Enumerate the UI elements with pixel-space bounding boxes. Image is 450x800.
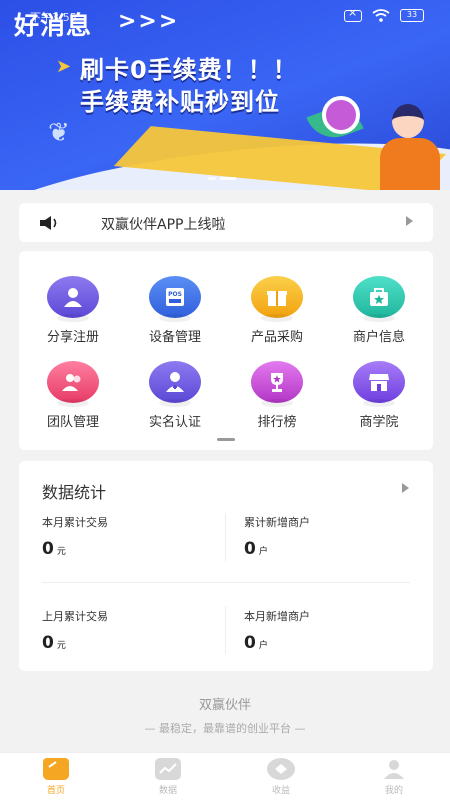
bottom-tab-bar: 首页 数据 收益 我的 <box>0 752 450 800</box>
store-icon <box>353 361 405 407</box>
chart-icon <box>155 758 181 780</box>
stat-last-month-transactions: 上月累计交易 0元 <box>42 608 108 653</box>
wifi-icon <box>372 9 390 22</box>
speaker-icon <box>40 216 57 230</box>
stat-label: 上月累计交易 <box>42 610 108 623</box>
stat-value: 0户 <box>244 539 268 559</box>
gift-icon <box>251 276 303 322</box>
menu-label: 商户信息 <box>352 330 405 345</box>
menu-item-real-name-verify[interactable]: 实名认证 <box>125 361 225 430</box>
menu-label: 团队管理 <box>46 415 99 430</box>
menu-label: 实名认证 <box>148 415 201 430</box>
menu-label: 产品采购 <box>250 330 303 345</box>
share-register-icon <box>47 276 99 322</box>
banner-line-2: 手续费补贴秒到位 <box>80 88 280 116</box>
menu-item-share-register[interactable]: 分享注册 <box>23 276 123 345</box>
earnings-icon <box>267 758 295 780</box>
pos-device-icon: POS <box>149 276 201 322</box>
menu-label: 分享注册 <box>46 330 99 345</box>
menu-item-team-management[interactable]: 团队管理 <box>23 361 123 430</box>
brand-name: 双赢伙伴 <box>198 698 251 713</box>
menu-item-business-school[interactable]: 商学院 <box>329 361 429 430</box>
banner-pager <box>208 177 236 180</box>
announcement-bar[interactable]: 双赢伙伴APP上线啦 <box>19 203 433 242</box>
divider <box>225 513 226 561</box>
tab-label: 我的 <box>384 786 403 796</box>
statistics-title: 数据统计 <box>42 483 107 502</box>
stat-value: 0元 <box>42 633 66 653</box>
menu-label: 商学院 <box>359 415 399 430</box>
tab-label: 收益 <box>271 786 290 796</box>
menu-item-merchant-info[interactable]: 商户信息 <box>329 276 429 345</box>
tab-earnings[interactable]: 收益 <box>225 758 337 796</box>
tab-home[interactable]: 首页 <box>0 758 112 796</box>
trophy-icon <box>251 361 303 407</box>
promo-banner[interactable]: 下午3:55 好消息 >>> 33 ➤ 刷卡0手续费！！！ 手续费补贴秒到位 ❦ <box>0 0 450 190</box>
menu-item-product-purchase[interactable]: 产品采购 <box>227 276 327 345</box>
megaphone-icon <box>322 96 360 134</box>
banner-person-illustration <box>380 98 440 190</box>
stat-label: 累计新增商户 <box>244 516 310 529</box>
tab-profile[interactable]: 我的 <box>338 758 450 796</box>
paper-plane-icon: ➤ <box>56 56 72 77</box>
function-menu: 分享注册 POS 设备管理 产品采购 商户信息 团队管理 实名认证 排行榜 商学… <box>19 251 433 450</box>
divider <box>225 606 226 654</box>
tab-label: 数据 <box>158 786 177 796</box>
stat-label: 本月累计交易 <box>42 516 108 529</box>
home-icon <box>43 758 69 780</box>
verify-user-icon <box>149 361 201 407</box>
banner-line-1: 刷卡0手续费！！！ <box>80 56 298 84</box>
tab-label: 首页 <box>46 786 65 796</box>
brand-footer: 双赢伙伴 — 最稳定，最靠谱的创业平台 — <box>0 694 450 736</box>
svg-text:POS: POS <box>168 291 182 298</box>
menu-pager <box>217 438 235 441</box>
merchant-info-icon <box>353 276 405 322</box>
chevron-right-icon <box>406 216 413 226</box>
banner-arrows: >>> <box>118 9 180 34</box>
brand-slogan: — 最稳定，最靠谱的创业平台 — <box>144 722 306 735</box>
menu-label: 排行榜 <box>257 415 297 430</box>
no-sim-icon <box>344 6 362 22</box>
stat-total-new-merchants: 累计新增商户 0户 <box>244 514 310 559</box>
leaf-icon: ❦ <box>48 118 70 148</box>
stat-monthly-transactions: 本月累计交易 0元 <box>42 514 108 559</box>
battery-icon: 33 <box>400 9 424 22</box>
stat-value: 0户 <box>244 633 268 653</box>
profile-icon <box>381 758 407 780</box>
menu-item-leaderboard[interactable]: 排行榜 <box>227 361 327 430</box>
stat-monthly-new-merchants: 本月新增商户 0户 <box>244 608 310 653</box>
chevron-right-icon[interactable] <box>402 483 409 493</box>
stat-value: 0元 <box>42 539 66 559</box>
tab-data[interactable]: 数据 <box>112 758 224 796</box>
menu-label: 设备管理 <box>148 330 201 345</box>
banner-headline: 好消息 <box>14 11 93 40</box>
divider <box>42 582 410 583</box>
menu-item-device-management[interactable]: POS 设备管理 <box>125 276 225 345</box>
team-icon <box>47 361 99 407</box>
stat-label: 本月新增商户 <box>244 610 310 623</box>
status-icons: 33 <box>344 6 424 22</box>
announcement-text: 双赢伙伴APP上线啦 <box>101 217 226 233</box>
statistics-card: 数据统计 本月累计交易 0元 累计新增商户 0户 上月累计交易 0元 本月新增商… <box>19 461 433 671</box>
